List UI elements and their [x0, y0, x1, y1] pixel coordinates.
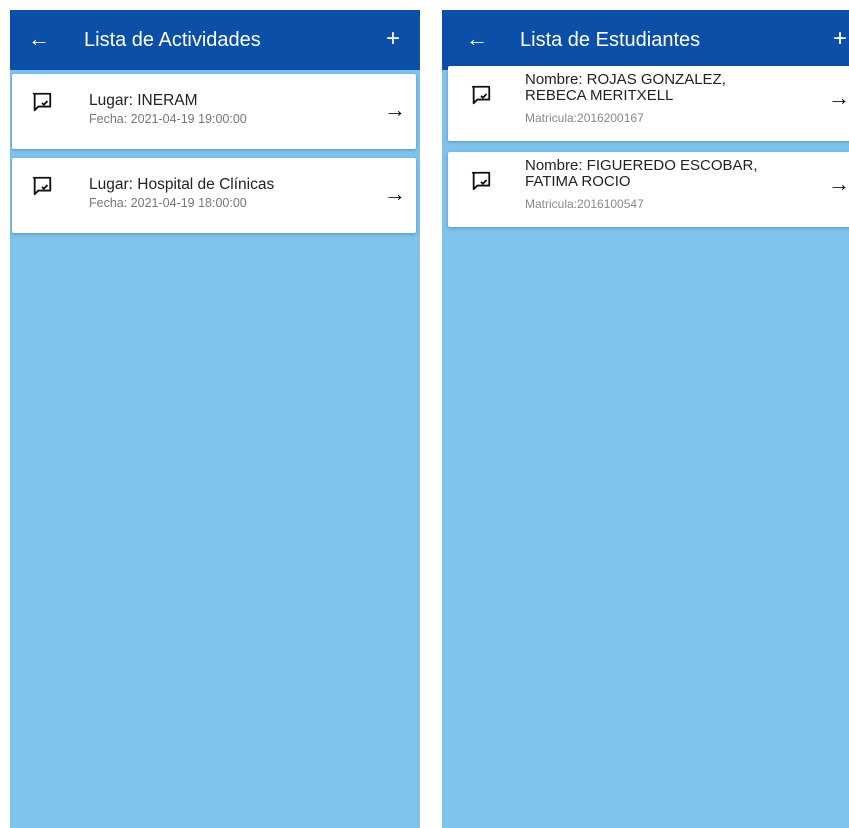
back-arrow-icon[interactable]: ←	[462, 25, 492, 55]
student-nombre: Nombre: FIGUEREDO ESCOBAR, FATIMA ROCIO	[525, 157, 758, 190]
arrow-right-icon[interactable]: →	[826, 86, 849, 112]
arrow-right-icon[interactable]: →	[382, 98, 408, 124]
add-icon[interactable]: +	[378, 25, 408, 55]
activity-list-item[interactable]: Lugar: INERAM Fecha: 2021-04-19 19:00:00…	[12, 74, 416, 149]
add-icon[interactable]: +	[825, 25, 849, 55]
chat-check-icon	[32, 92, 52, 112]
students-screen: ← Lista de Estudiantes + Nombre: ROJAS G…	[442, 10, 849, 828]
activities-screen: ← Lista de Actividades + Lugar: INERAM F…	[10, 10, 420, 828]
app-bar: ← Lista de Actividades +	[10, 10, 420, 70]
arrow-right-icon[interactable]: →	[826, 172, 849, 198]
chat-check-icon	[32, 176, 52, 196]
activity-fecha: Fecha: 2021-04-19 18:00:00	[89, 196, 247, 210]
back-arrow-icon[interactable]: ←	[24, 25, 54, 55]
app-bar: ← Lista de Estudiantes +	[442, 10, 849, 70]
activity-fecha: Fecha: 2021-04-19 19:00:00	[89, 112, 247, 126]
arrow-right-icon[interactable]: →	[382, 182, 408, 208]
page-title: Lista de Estudiantes	[520, 29, 701, 51]
chat-check-icon	[471, 171, 491, 191]
activity-list-item[interactable]: Lugar: Hospital de Clínicas Fecha: 2021-…	[12, 158, 416, 233]
student-matricula: Matricula:2016200167	[525, 111, 644, 125]
page-title: Lista de Actividades	[84, 29, 261, 51]
activity-lugar: Lugar: Hospital de Clínicas	[89, 176, 275, 193]
chat-check-icon	[471, 85, 491, 105]
student-list-item[interactable]: Nombre: FIGUEREDO ESCOBAR, FATIMA ROCIO …	[448, 152, 849, 227]
activity-lugar: Lugar: INERAM	[89, 92, 198, 109]
student-matricula: Matricula:2016100547	[525, 197, 644, 211]
student-list-item[interactable]: Nombre: ROJAS GONZALEZ, REBECA MERITXELL…	[448, 66, 849, 141]
student-nombre: Nombre: ROJAS GONZALEZ, REBECA MERITXELL	[525, 71, 726, 104]
